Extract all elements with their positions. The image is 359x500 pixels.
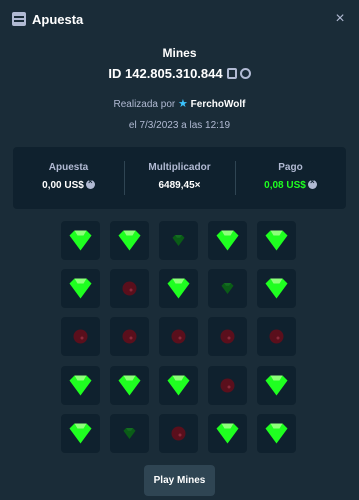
bet-amount-value-row: 0,00 US$ [13,177,124,191]
payout-label: Pago [278,162,303,173]
mine-icon [220,329,235,344]
mine-tile [208,317,247,356]
placed-by-row: Realizada por ★ FerchoWolf [0,97,359,110]
currency-icon [85,177,95,189]
gem-icon [172,235,185,246]
bet-amount-label: Apuesta [48,162,89,173]
gem-tile [110,366,149,405]
gem-icon [265,278,288,299]
game-name: Mines [162,46,197,60]
mine-icon [122,281,137,296]
link-icon[interactable] [239,68,251,79]
bet-slip-icon [12,12,26,26]
bet-amount-stat: Apuesta 0,00 US$ [13,147,124,209]
mine-tile [159,317,198,356]
gem-tile [257,269,296,308]
gem-tile [61,366,100,405]
gem-icon [118,230,141,251]
gem-tile [208,269,247,308]
mine-tile [61,317,100,356]
gem-icon [221,283,234,294]
modal-title: Apuesta [32,12,84,27]
mine-tile [208,366,247,405]
gem-tile [159,366,198,405]
payout-stat: Pago 0,08 US$ [235,147,346,209]
mine-tile [110,269,149,308]
mine-tile [257,317,296,356]
mine-icon [220,378,235,393]
mine-tile [110,317,149,356]
gem-icon [123,428,136,439]
multiplier-value: 6489,45× [158,180,201,191]
gem-icon [69,423,92,444]
gem-tile [61,269,100,308]
gem-tile [257,221,296,260]
gem-icon [69,278,92,299]
gem-icon [167,278,190,299]
mine-tile [159,414,198,453]
gem-tile [257,414,296,453]
mine-icon [269,329,284,344]
close-icon[interactable]: × [331,10,349,28]
gem-tile [208,414,247,453]
gem-tile [61,221,100,260]
mine-icon [171,426,186,441]
gem-icon [265,230,288,251]
bet-amount-value: 0,00 US$ [42,180,84,191]
copy-icon[interactable] [226,68,237,79]
gem-tile [110,414,149,453]
mine-icon [171,329,186,344]
gem-tile [110,221,149,260]
gem-icon [216,423,239,444]
username-link[interactable]: FerchoWolf [191,99,246,110]
gem-icon [167,375,190,396]
gem-icon [265,423,288,444]
payout-value-row: 0,08 US$ [235,177,346,191]
vip-star-icon: ★ [178,98,188,110]
gem-tile [257,366,296,405]
placed-by-label: Realizada por [113,99,176,110]
mine-icon [122,329,137,344]
mines-board [61,221,296,453]
gem-tile [159,269,198,308]
mine-icon [73,329,88,344]
bet-date: el 7/3/2023 a las 12:19 [128,120,231,131]
gem-icon [216,230,239,251]
gem-icon [118,375,141,396]
currency-icon [307,177,317,189]
gem-tile [61,414,100,453]
stats-panel: Apuesta 0,00 US$ Multiplicador 6489,45× … [13,147,346,209]
gem-icon [69,230,92,251]
gem-tile [159,221,198,260]
multiplier-label: Multiplicador [148,162,211,173]
payout-value: 0,08 US$ [264,180,306,191]
gem-icon [69,375,92,396]
bet-id-row: ID 142.805.310.844 [0,66,359,81]
gem-tile [208,221,247,260]
gem-icon [265,375,288,396]
modal-header: Apuesta × [0,0,359,40]
bet-id: ID 142.805.310.844 [108,66,223,81]
play-mines-button[interactable]: Play Mines [144,465,215,496]
multiplier-stat: Multiplicador 6489,45× [124,147,235,209]
